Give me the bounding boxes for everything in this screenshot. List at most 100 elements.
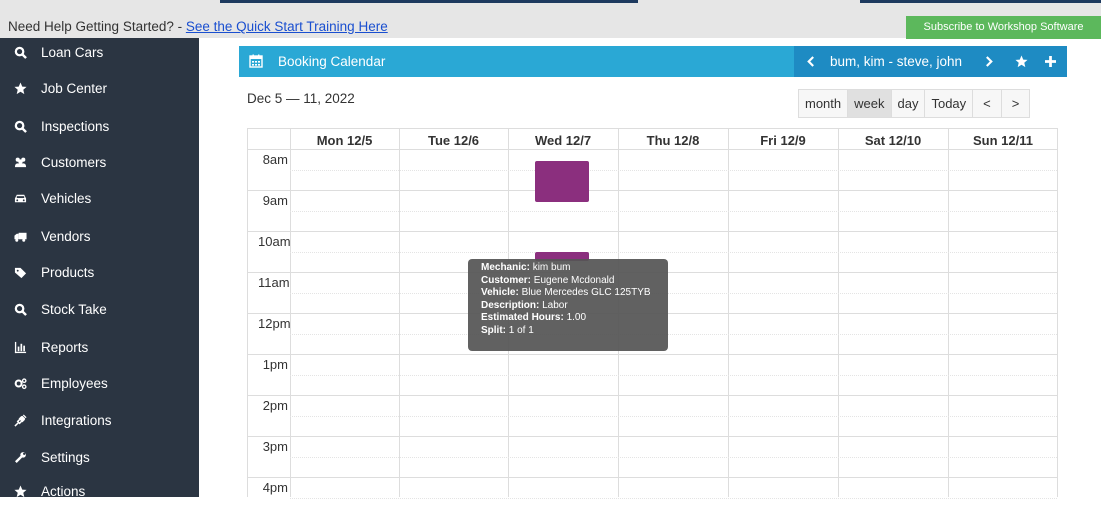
week-view-button[interactable]: week	[847, 89, 892, 118]
grid-half-hour-line	[290, 375, 1057, 376]
users-icon	[13, 155, 27, 169]
subscribe-button[interactable]: Subscribe to Workshop Software	[906, 16, 1101, 39]
grid-hour-line	[247, 190, 1057, 191]
page-title: Booking Calendar	[278, 54, 386, 69]
grid-half-hour-line	[290, 252, 1057, 253]
add-icon[interactable]	[1045, 46, 1056, 77]
top-banner: Need Help Getting Started? - See the Qui…	[0, 0, 1101, 39]
sidebar-item-job-center[interactable]: Job Center	[0, 73, 199, 103]
tooltip-customer: Eugene Mcdonald	[533, 274, 615, 286]
hour-label: 12pm	[258, 316, 291, 331]
sidebar-item-label: Inspections	[41, 118, 110, 134]
grid-hour-line	[247, 231, 1057, 232]
day-header: Mon 12/5	[316, 133, 373, 148]
tooltip-label: Description:	[481, 299, 540, 311]
wrench-icon	[13, 450, 27, 464]
hour-label: 3pm	[262, 439, 288, 454]
grid-half-hour-line	[290, 498, 1057, 499]
sidebar-item-label: Vehicles	[41, 190, 92, 206]
search-icon	[13, 119, 27, 133]
sidebar-item-label: Actions	[41, 483, 86, 499]
event-tooltip: Mechanic: kim bum Customer: Eugene Mcdon…	[468, 259, 668, 351]
mechanic-names: bum, kim - steve, john	[830, 54, 963, 69]
day-view-button[interactable]: day	[890, 89, 926, 118]
grid-hour-line	[247, 436, 1057, 437]
grid-half-hour-line	[290, 334, 1057, 335]
grid-half-hour-line	[290, 170, 1057, 171]
tooltip-label: Estimated Hours:	[481, 312, 564, 323]
sidebar-item-stock-take[interactable]: Stock Take	[0, 294, 199, 324]
chevron-left-icon[interactable]	[806, 46, 815, 77]
prev-week-button[interactable]: <	[972, 89, 1002, 118]
sidebar-item-vehicles[interactable]: Vehicles	[0, 183, 199, 213]
sidebar-item-vendors[interactable]: Vendors	[0, 221, 199, 251]
tooltip-split: 1 of 1	[508, 324, 534, 336]
star-icon	[13, 81, 27, 95]
next-week-button[interactable]: >	[1000, 89, 1031, 118]
sidebar-item-label: Integrations	[41, 412, 112, 428]
day-header: Tue 12/6	[427, 133, 480, 148]
day-header: Sun 12/11	[973, 133, 1033, 148]
tooltip-label: Vehicle:	[481, 287, 519, 298]
grid-hour-line	[247, 395, 1057, 396]
hour-label: 1pm	[262, 357, 288, 372]
sidebar-item-employees[interactable]: Employees	[0, 368, 199, 398]
cogs-icon	[13, 376, 27, 390]
booking-calendar-header: Booking Calendar bum, kim - steve, john	[239, 46, 1067, 77]
tooltip-label: Customer:	[481, 274, 532, 286]
date-range: Dec 5 — 11, 2022	[247, 91, 355, 106]
sidebar-item-label: Employees	[41, 375, 108, 391]
tooltip-label: Mechanic:	[481, 262, 530, 273]
booking-event[interactable]	[535, 161, 589, 202]
sidebar-item-loan-cars[interactable]: Loan Cars	[0, 37, 199, 67]
day-header: Fri 12/9	[760, 133, 806, 148]
today-button[interactable]: Today	[924, 89, 974, 118]
grid-half-hour-line	[290, 457, 1057, 458]
tooltip-vehicle: Blue Mercedes GLC 125TYB	[521, 287, 651, 298]
sidebar-item-label: Reports	[41, 339, 89, 355]
hour-label: 4pm	[262, 480, 288, 495]
grid-half-hour-line	[290, 211, 1057, 212]
day-header: Wed 12/7	[534, 133, 592, 148]
grid-hour-line	[247, 149, 1057, 150]
sidebar-item-label: Settings	[41, 449, 90, 465]
search-icon	[13, 302, 27, 316]
sidebar-item-settings[interactable]: Settings	[0, 442, 199, 472]
search-icon	[13, 45, 27, 59]
tooltip-label: Split:	[481, 324, 506, 336]
view-switcher: month week day Today < >	[798, 89, 1031, 118]
grid-column-line	[1057, 128, 1058, 497]
sidebar-item-integrations[interactable]: Integrations	[0, 405, 199, 435]
tab-indicator	[860, 0, 1101, 3]
sidebar: Loan Cars Job Center Inspections Custome…	[0, 37, 199, 499]
chevron-right-icon[interactable]	[985, 46, 994, 77]
sidebar-item-products[interactable]: Products	[0, 257, 199, 287]
truck-icon	[13, 229, 27, 243]
bar-chart-icon	[13, 340, 27, 354]
month-view-button[interactable]: month	[798, 89, 849, 118]
hour-label: 11am	[258, 275, 290, 290]
calendar-icon	[249, 54, 263, 68]
sidebar-item-label: Customers	[41, 154, 107, 170]
sidebar-item-label: Vendors	[41, 228, 91, 244]
grid-half-hour-line	[290, 416, 1057, 417]
hour-label: 2pm	[262, 398, 288, 413]
tooltip-mechanic: kim bum	[532, 262, 571, 273]
sidebar-item-inspections[interactable]: Inspections	[0, 111, 199, 141]
hour-label: 9am	[262, 193, 288, 208]
sidebar-item-reports[interactable]: Reports	[0, 332, 199, 362]
grid-hour-line	[247, 354, 1057, 355]
sidebar-item-actions[interactable]: Actions	[0, 476, 199, 506]
star-icon[interactable]	[1015, 46, 1028, 77]
quick-start-link[interactable]: See the Quick Start Training Here	[186, 19, 388, 34]
sidebar-item-label: Stock Take	[41, 301, 107, 317]
sidebar-item-label: Products	[41, 264, 95, 280]
tag-icon	[13, 265, 27, 279]
day-header: Thu 12/8	[646, 133, 700, 148]
sidebar-item-customers[interactable]: Customers	[0, 147, 199, 177]
plug-icon	[13, 413, 27, 427]
tooltip-hours: 1.00	[566, 312, 587, 323]
grid-half-hour-line	[290, 293, 1057, 294]
tooltip-description: Labor	[542, 299, 568, 311]
hour-label: 8am	[262, 152, 288, 167]
